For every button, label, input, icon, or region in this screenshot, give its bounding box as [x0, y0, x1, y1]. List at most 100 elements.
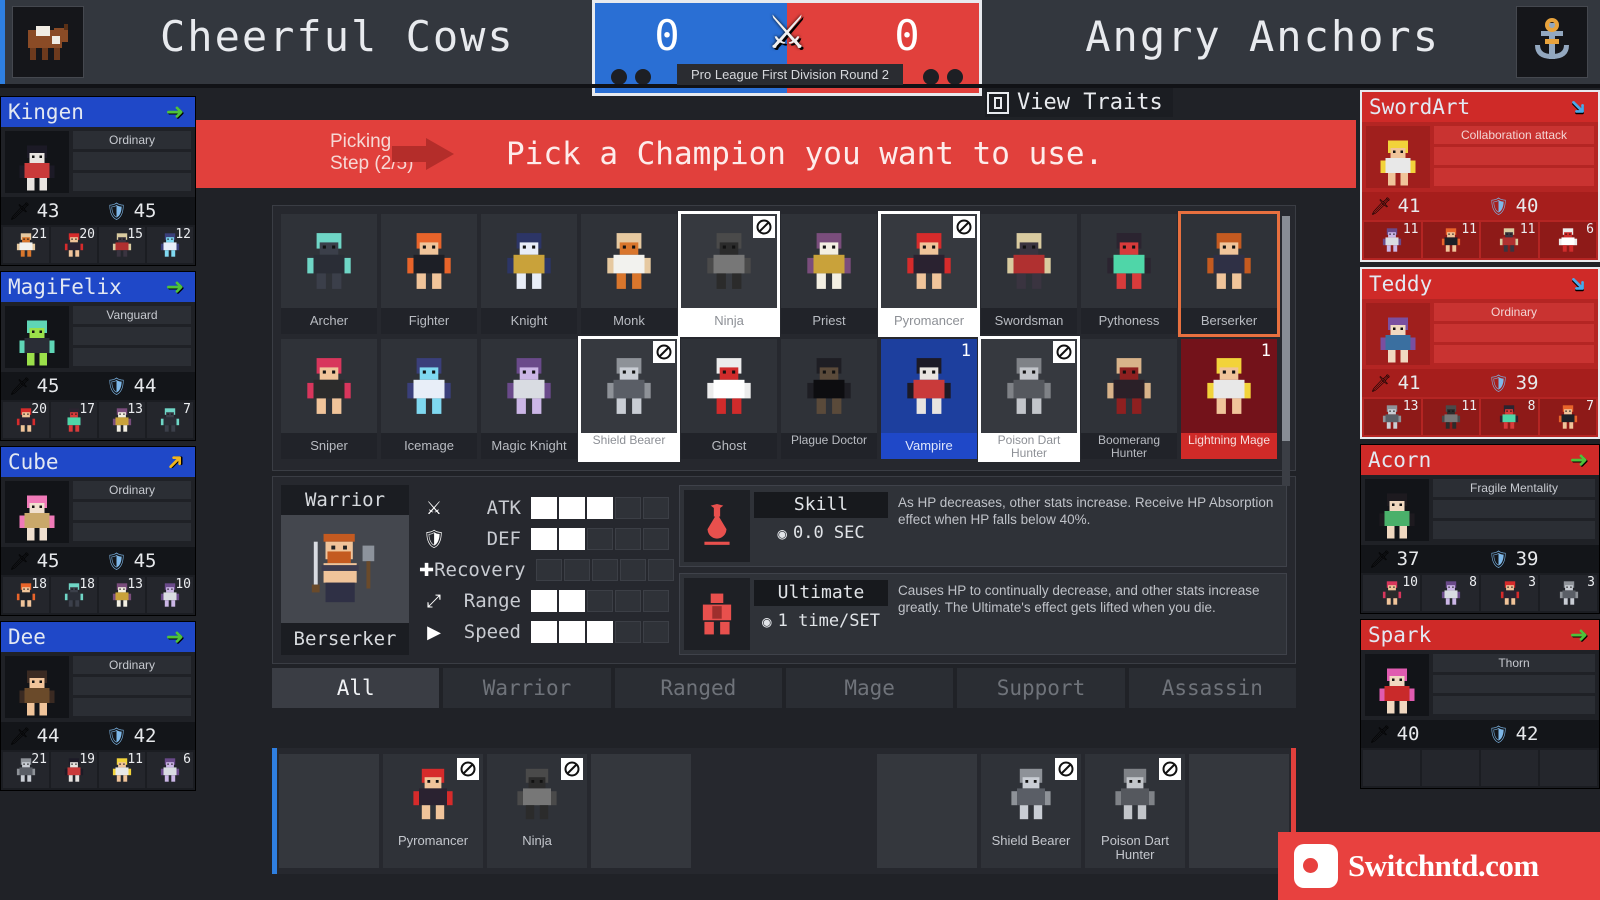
champion-tile-sniper[interactable]: Sniper: [281, 339, 377, 459]
champion-tile-vampire[interactable]: 1 Vampire: [881, 339, 977, 459]
ban-icon: [1056, 344, 1072, 360]
champion-tile-magic-knight[interactable]: Magic Knight: [481, 339, 577, 459]
player-attack-stat: 🗡 41: [1362, 195, 1480, 217]
champion-tile-swordsman[interactable]: Swordsman: [981, 214, 1077, 334]
player-card-swordart[interactable]: SwordArt ➜ Collaboration attack 🗡 41 🛡 4…: [1360, 90, 1600, 262]
champion-tile-plague-doctor[interactable]: Plague Doctor: [781, 339, 877, 459]
crossed-swords-icon: ⚔: [425, 498, 443, 518]
champion-tile-icemage[interactable]: Icemage: [381, 339, 477, 459]
most-picked-slot[interactable]: 21: [3, 227, 49, 263]
most-picked-slot[interactable]: 13: [99, 402, 145, 438]
player-attack-stat: 🗡 43: [1, 200, 98, 222]
champion-tile-poison-dart-hunter[interactable]: Poison Dart Hunter: [978, 336, 1080, 462]
berserker-portrait-icon: [311, 533, 375, 603]
d-key-icon: [987, 91, 1009, 114]
most-picked-slot[interactable]: 19: [51, 752, 97, 788]
player-trait-empty: [73, 152, 191, 170]
ban-slot-ninja[interactable]: Ninja: [487, 754, 587, 868]
filter-tab-all[interactable]: All: [272, 668, 440, 708]
berserker-sprite: [1207, 233, 1251, 289]
filter-tab-assassin[interactable]: Assassin: [1128, 668, 1296, 708]
stat-pip: [531, 497, 557, 519]
most-picked-slot[interactable]: 10: [1363, 575, 1420, 611]
champion-tile-monk[interactable]: Monk: [581, 214, 677, 334]
ghost-sprite: [1555, 227, 1581, 258]
most-picked-slot[interactable]: 6: [1539, 222, 1596, 258]
most-picked-slot[interactable]: [1422, 750, 1479, 786]
champion-tile-ghost[interactable]: Ghost: [681, 339, 777, 459]
filter-tab-support[interactable]: Support: [957, 668, 1125, 708]
player-traits: Collaboration attack: [1434, 126, 1594, 188]
filter-tab-mage[interactable]: Mage: [785, 668, 954, 708]
filter-tab-ranged[interactable]: Ranged: [614, 668, 782, 708]
ban-slot-shield-bearer[interactable]: Shield Bearer: [981, 754, 1081, 868]
most-picked-slot[interactable]: 13: [1364, 399, 1421, 435]
most-picked-slot[interactable]: 11: [1364, 222, 1421, 258]
most-picked-slot[interactable]: 6: [147, 752, 193, 788]
champion-tile-pyromancer[interactable]: Pyromancer: [878, 211, 980, 337]
most-picked-slot[interactable]: 21: [3, 752, 49, 788]
shieldbearer-sprite: [607, 358, 651, 414]
most-picked-slot[interactable]: 11: [1422, 222, 1479, 258]
most-picked-slot[interactable]: [1540, 750, 1597, 786]
ban-slot-empty[interactable]: [877, 754, 977, 868]
player-card-body: Ordinary: [1, 477, 195, 547]
champion-tile-boomerang-hunter[interactable]: Boomerang Hunter: [1081, 339, 1177, 460]
most-picked-slot[interactable]: 3: [1481, 575, 1538, 611]
most-picked-slot[interactable]: 7: [147, 402, 193, 438]
ban-slot-poison-dart-hunter[interactable]: Poison Dart Hunter: [1085, 754, 1185, 868]
champion-tile-shield-bearer[interactable]: Shield Bearer: [578, 336, 680, 462]
most-picked-slot[interactable]: 18: [51, 577, 97, 613]
most-picked-slot[interactable]: 18: [3, 577, 49, 613]
player-defense-value: 40: [1515, 195, 1539, 217]
champion-tile-ninja[interactable]: Ninja: [678, 211, 780, 337]
most-picked-slot[interactable]: 3: [1540, 575, 1597, 611]
ban-icon: [564, 761, 580, 777]
player-card-magifelix[interactable]: MagiFelix ➜ Vanguard 🗡 45 🛡 44 20 17 13 …: [0, 271, 196, 441]
most-picked-slot[interactable]: 11: [99, 752, 145, 788]
player-card-cube[interactable]: Cube ➜ Ordinary 🗡 45 🛡 45 18 18 13 10: [0, 446, 196, 616]
most-picked-slot[interactable]: 10: [147, 577, 193, 613]
filter-tab-warrior[interactable]: Warrior: [443, 668, 611, 708]
champion-tile-fighter[interactable]: Fighter: [381, 214, 477, 334]
stat-pip: [619, 559, 646, 581]
magicknight-sprite: [507, 358, 551, 414]
most-picked-slot[interactable]: 15: [99, 227, 145, 263]
champion-tile-pythoness[interactable]: Pythoness: [1081, 214, 1177, 334]
sword-icon: 🗡: [9, 201, 31, 221]
ban-slot-name: Poison Dart Hunter: [1101, 833, 1169, 862]
most-picked-slot[interactable]: 11: [1481, 222, 1538, 258]
champion-tile-lightning-mage[interactable]: 1 Lightning Mage: [1181, 339, 1277, 459]
most-picked-slot[interactable]: 13: [99, 577, 145, 613]
champion-tile-priest[interactable]: Priest: [781, 214, 877, 334]
most-picked-slot[interactable]: 11: [1422, 399, 1479, 435]
most-picked-slot[interactable]: 20: [3, 402, 49, 438]
view-traits-button[interactable]: View Traits: [985, 88, 1173, 117]
ban-slot-empty[interactable]: [1189, 754, 1289, 868]
player-card-dee[interactable]: Dee ➜ Ordinary 🗡 44 🛡 42 21 19 11 6: [0, 621, 196, 791]
most-picked-slot[interactable]: [1363, 750, 1420, 786]
ban-slot-pyromancer[interactable]: Pyromancer: [383, 754, 483, 868]
ban-slot-empty[interactable]: [279, 754, 379, 868]
scoreboard: 0 0 ⚔ Pro League First Division Round 2: [592, 0, 982, 96]
ban-slot-empty[interactable]: [591, 754, 691, 868]
most-picked-slot[interactable]: 12: [147, 227, 193, 263]
class-filter-tabs: All Warrior Ranged Mage Support Assassin: [272, 668, 1296, 708]
most-picked-slot[interactable]: 8: [1422, 575, 1479, 611]
player-card-spark[interactable]: Spark ➜ Thorn 🗡 40 🛡 42: [1360, 619, 1600, 789]
most-picked-slot[interactable]: 7: [1539, 399, 1596, 435]
most-picked-slot[interactable]: [1481, 750, 1538, 786]
most-picked-slot[interactable]: 20: [51, 227, 97, 263]
champion-tile-knight[interactable]: Knight: [481, 214, 577, 334]
player-trait: Ordinary: [1434, 303, 1594, 321]
skill-description: As HP decreases, other stats increase. R…: [898, 495, 1274, 527]
player-card-acorn[interactable]: Acorn ➜ Fragile Mentality 🗡 37 🛡 39 10 8…: [1360, 444, 1600, 614]
player-card-kingen[interactable]: Kingen ➜ Ordinary 🗡 43 🛡 45 21 20 15 12: [0, 96, 196, 266]
champion-grid-scrollbar[interactable]: [1282, 216, 1290, 486]
player-card-teddy[interactable]: Teddy ➜ Ordinary 🗡 41 🛡 39 13 11 8 7: [1360, 267, 1600, 439]
most-picked-slot[interactable]: 17: [51, 402, 97, 438]
player-card-header: Acorn ➜: [1361, 445, 1599, 475]
most-picked-slot[interactable]: 8: [1481, 399, 1538, 435]
champion-tile-berserker[interactable]: Berserker: [1178, 211, 1280, 337]
champion-tile-archer[interactable]: Archer: [281, 214, 377, 334]
